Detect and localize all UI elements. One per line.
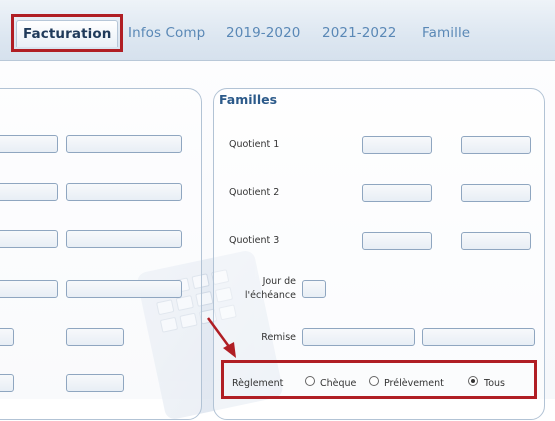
radio-cheque-label[interactable]: Chèque bbox=[320, 378, 356, 389]
tab-facturation[interactable]: Facturation bbox=[16, 20, 119, 47]
tab-2019-2020[interactable]: 2019-2020 bbox=[226, 22, 300, 44]
jour-echeance-field[interactable] bbox=[302, 280, 326, 298]
left-field-3a[interactable] bbox=[0, 230, 58, 248]
quotient-3-field-a[interactable] bbox=[362, 232, 432, 250]
radio-tous[interactable] bbox=[468, 376, 478, 386]
jour-echeance-label-line1: Jour de bbox=[262, 276, 296, 287]
quotient-3-field-b[interactable] bbox=[461, 232, 531, 250]
remise-field-a[interactable] bbox=[302, 328, 415, 346]
tab-famille[interactable]: Famille bbox=[422, 22, 470, 44]
quotient-2-field-a[interactable] bbox=[362, 184, 432, 202]
remise-label: Remise bbox=[261, 332, 296, 343]
familles-title: Familles bbox=[219, 92, 278, 107]
quotient-1-field-b[interactable] bbox=[461, 136, 531, 154]
quotient-2-field-b[interactable] bbox=[461, 184, 531, 202]
left-field-5b[interactable] bbox=[66, 328, 124, 346]
quotient-2-label: Quotient 2 bbox=[229, 187, 280, 198]
tab-bar: Facturation Infos Comp 2019-2020 2021-20… bbox=[0, 0, 555, 61]
left-field-4b[interactable] bbox=[66, 280, 182, 298]
quotient-1-label: Quotient 1 bbox=[229, 139, 280, 150]
left-field-2a[interactable] bbox=[0, 183, 58, 201]
quotient-1-field-a[interactable] bbox=[362, 136, 432, 154]
left-field-4a[interactable] bbox=[0, 280, 58, 298]
left-field-5a[interactable] bbox=[0, 328, 14, 346]
jour-echeance-label-line2: l'échéance bbox=[244, 290, 296, 301]
left-field-6a[interactable] bbox=[0, 374, 14, 392]
tab-infos-comp[interactable]: Infos Comp bbox=[128, 22, 205, 44]
left-field-1b[interactable] bbox=[66, 135, 182, 153]
tab-2021-2022[interactable]: 2021-2022 bbox=[322, 22, 396, 44]
radio-prelevement-label[interactable]: Prélèvement bbox=[384, 378, 444, 389]
quotient-3-label: Quotient 3 bbox=[229, 235, 280, 246]
left-field-6b[interactable] bbox=[66, 374, 124, 392]
left-field-2b[interactable] bbox=[66, 183, 182, 201]
left-field-1a[interactable] bbox=[0, 135, 58, 153]
reglement-label: Règlement bbox=[232, 378, 284, 389]
radio-tous-label[interactable]: Tous bbox=[484, 378, 505, 389]
red-arrow-icon bbox=[206, 317, 236, 358]
radio-prelevement[interactable] bbox=[369, 376, 379, 386]
remise-field-b[interactable] bbox=[422, 328, 535, 346]
left-field-3b[interactable] bbox=[66, 230, 182, 248]
radio-cheque[interactable] bbox=[305, 376, 315, 386]
